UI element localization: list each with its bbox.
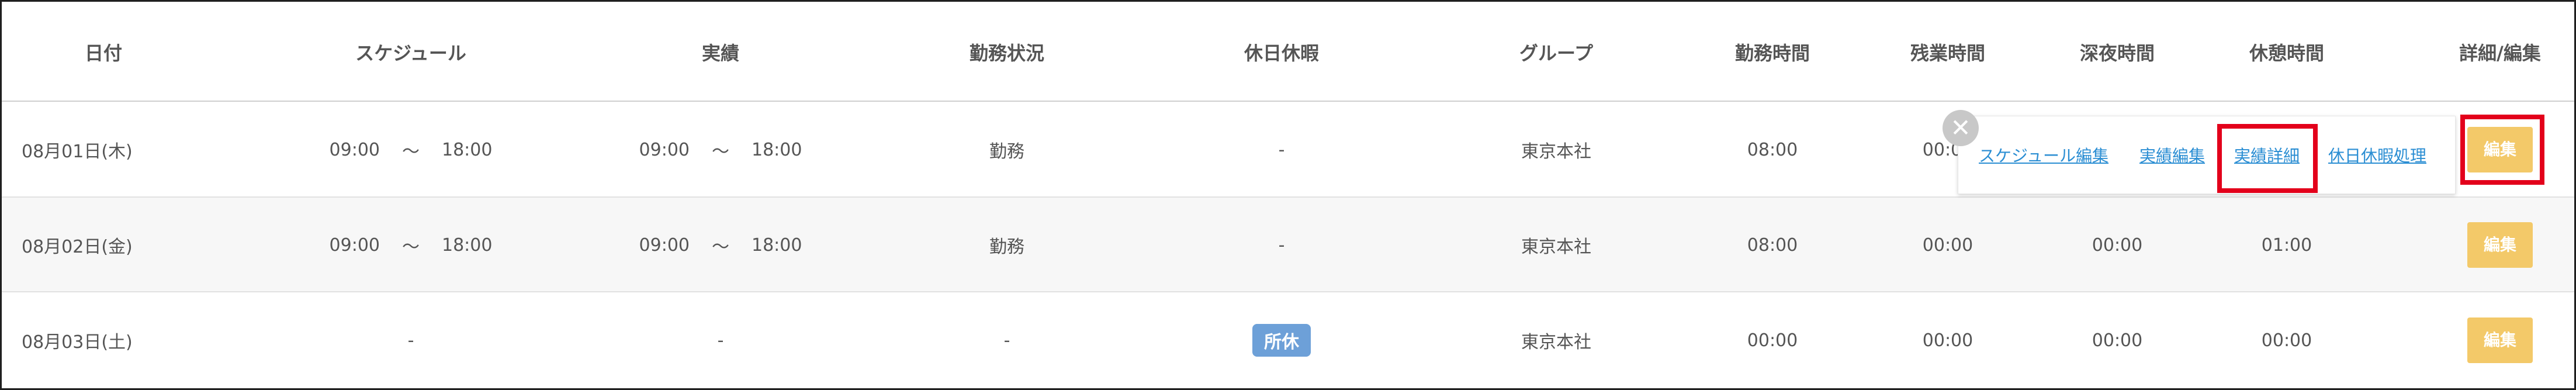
header-schedule: スケジュール [355,42,466,64]
row-overtime: 00:00 [1922,234,1973,256]
header-edit: 詳細/編集 [2459,42,2541,64]
table-header-row: 日付 スケジュール 実績 勤務状況 休日休暇 グループ 勤務時間 残業時間 深夜… [2,2,2574,102]
highlight-actual-detail [2217,124,2318,193]
actual-end: 18:00 [752,234,802,256]
header-work-time: 勤務時間 [1734,42,1810,64]
row-overtime: 00:00 [1922,330,1973,351]
header-holiday: 休日休暇 [1244,42,1319,64]
actual-separator: 〜 [712,237,729,257]
edit-button[interactable]: 編集 [2467,317,2533,363]
edit-button[interactable]: 編集 [2467,222,2533,268]
actual-end: 18:00 [752,139,802,160]
actual-start: 09:00 [639,234,690,256]
row-night-time: 00:00 [2092,234,2143,256]
highlight-edit-button [2460,115,2544,185]
row-group: 東京本社 [1521,237,1591,257]
row-group: 東京本社 [1521,141,1591,162]
header-overtime: 残業時間 [1910,42,1985,64]
header-night-time: 深夜時間 [2079,42,2155,64]
header-date: 日付 [84,42,122,64]
row-break-time: 00:00 [2261,330,2312,351]
table-row: 08月03日(土) - - - 所休 東京本社 00:00 00:00 00:0… [2,292,2574,388]
row-group: 東京本社 [1521,332,1591,353]
row-date: 08月02日(金) [22,237,133,257]
row-status: 勤務 [989,141,1024,162]
header-break-time: 休憩時間 [2249,42,2324,64]
schedule-end: 18:00 [442,234,493,256]
holiday-processing-link[interactable]: 休日休暇処理 [2328,143,2426,167]
header-status: 勤務状況 [969,42,1044,64]
actual-separator: 〜 [712,141,729,162]
schedule-end: 18:00 [442,139,493,160]
header-group: グループ [1519,42,1594,64]
row-work-time: 00:00 [1747,330,1798,351]
row-actual: 09:00 〜 18:00 [569,198,872,292]
header-actual: 実績 [701,42,739,64]
actual-start: 09:00 [639,139,690,160]
row-schedule: 09:00 〜 18:00 [259,198,563,292]
row-work-time: 08:00 [1747,139,1798,160]
schedule-start: 09:00 [329,234,380,256]
schedule-edit-link[interactable]: スケジュール編集 [1979,143,2108,167]
row-holiday: - [1278,139,1285,160]
row-work-time: 08:00 [1747,234,1798,256]
holiday-badge: 所休 [1252,324,1311,357]
row-status: 勤務 [989,237,1024,257]
row-actual: - [717,330,724,351]
close-icon[interactable]: ✕ [1943,110,1979,146]
row-date: 08月01日(木) [22,141,133,162]
row-schedule: 09:00 〜 18:00 [259,102,563,198]
row-edit-cell: 編集 [2427,292,2573,388]
row-status: - [1003,330,1010,351]
row-holiday: - [1278,234,1285,256]
actual-edit-link[interactable]: 実績編集 [2139,143,2205,167]
schedule-separator: 〜 [402,237,420,257]
row-schedule: - [407,330,414,351]
table-row: 08月02日(金) 09:00 〜 18:00 09:00 〜 18:00 勤務… [2,198,2574,292]
edit-popup-menu: スケジュール編集 実績編集 実績詳細 休日休暇処理 [1958,116,2456,194]
row-break-time: 01:00 [2261,234,2312,256]
row-edit-cell: 編集 [2427,198,2573,292]
row-actual: 09:00 〜 18:00 [569,102,872,198]
schedule-start: 09:00 [329,139,380,160]
row-holiday: 所休 [1165,292,1398,388]
row-date: 08月03日(土) [22,332,133,353]
row-night-time: 00:00 [2092,330,2143,351]
schedule-separator: 〜 [402,141,420,162]
